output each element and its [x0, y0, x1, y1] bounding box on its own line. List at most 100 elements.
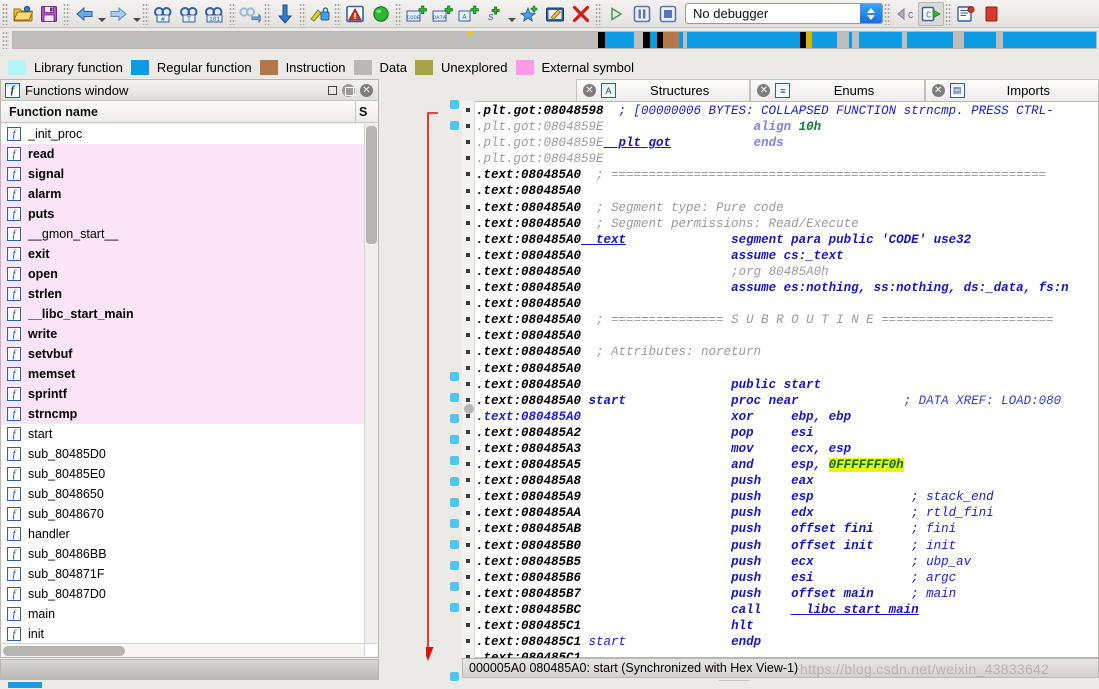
navigator-drag-grip[interactable]: [2, 31, 9, 49]
functions-list-row[interactable]: f sprintf: [1, 384, 364, 404]
functions-list[interactable]: f _init_proc f read f signal f alarm f puts f __gmo…: [1, 124, 364, 643]
functions-list-row[interactable]: f setvbuf: [1, 344, 364, 364]
back-arrow-icon[interactable]: [71, 2, 97, 26]
jump-down-icon[interactable]: [272, 2, 298, 26]
tab-close-icon[interactable]: ✕: [757, 84, 771, 97]
warnings-icon[interactable]: [342, 2, 368, 26]
functions-list-row[interactable]: f memset: [1, 364, 364, 384]
functions-list-row[interactable]: f open: [1, 264, 364, 284]
disassembly-line[interactable]: .text:080485A0 ; Segment permissions: Re…: [476, 216, 1099, 232]
column-divider[interactable]: [355, 101, 356, 122]
functions-list-row[interactable]: f sub_8048670: [1, 504, 364, 524]
forward-dropdown-icon[interactable]: [132, 2, 141, 26]
functions-list-row[interactable]: f init: [1, 624, 364, 643]
functions-list-row[interactable]: f sub_80486BB: [1, 544, 364, 564]
disassembly-line[interactable]: .text:080485A3 mov ecx, esp: [476, 441, 1099, 457]
edit-function-icon[interactable]: [542, 2, 568, 26]
open-file-icon[interactable]: [10, 2, 36, 26]
functions-list-row[interactable]: f sub_8048650: [1, 484, 364, 504]
make-array-icon[interactable]: [516, 2, 542, 26]
functions-list-row[interactable]: f alarm: [1, 184, 364, 204]
search-text-icon[interactable]: T: [176, 2, 202, 26]
disassembly-line[interactable]: .text:080485A0: [476, 183, 1099, 199]
functions-list-row[interactable]: f handler: [1, 524, 364, 544]
make-data-icon[interactable]: DATA: [429, 2, 455, 26]
functions-horizontal-scroll-thumb[interactable]: [3, 646, 125, 656]
forward-arrow-icon[interactable]: [106, 2, 132, 26]
patch-program-icon[interactable]: [307, 2, 333, 26]
save-icon[interactable]: [36, 2, 62, 26]
search-next-icon[interactable]: [237, 2, 263, 26]
line-marker-dot[interactable]: [450, 456, 459, 465]
line-marker-dot[interactable]: [450, 121, 459, 130]
line-marker-dot[interactable]: [450, 540, 459, 549]
bottom-panel-scrollbar[interactable]: [0, 659, 379, 680]
disassembly-line[interactable]: .plt.got:0804859E _plt_got ends: [476, 135, 1099, 151]
tab-close-icon[interactable]: ✕: [931, 84, 945, 97]
debugger-selector-stepper[interactable]: [860, 4, 882, 23]
disassembly-line[interactable]: .text:080485A0: [476, 361, 1099, 377]
functions-list-row[interactable]: f signal: [1, 164, 364, 184]
functions-list-row[interactable]: f puts: [1, 204, 364, 224]
disassembly-line[interactable]: .text:080485AB push offset fini ; fini: [476, 521, 1099, 537]
hexrays-icon[interactable]: [953, 2, 979, 26]
make-code-icon[interactable]: CODE: [403, 2, 429, 26]
disassembly-line[interactable]: .text:080485A5 and esp, 0FFFFFFF0h: [476, 457, 1099, 473]
debugger-pause-icon[interactable]: [629, 2, 655, 26]
disassembly-line[interactable]: .text:080485B5 push ecx ; ubp_av: [476, 554, 1099, 570]
disassembly-line[interactable]: .text:080485AA push edx ; rtld_fini: [476, 505, 1099, 521]
disassembly-line[interactable]: .text:080485A0 ; Segment type: Pure code: [476, 200, 1099, 216]
functions-list-row[interactable]: f write: [1, 324, 364, 344]
line-marker-dot[interactable]: [450, 582, 459, 591]
disassembly-line[interactable]: .text:080485BC call __libc_start_main: [476, 602, 1099, 618]
disassembly-line[interactable]: .text:080485C1 hlt: [476, 618, 1099, 634]
run-green-icon[interactable]: [368, 2, 394, 26]
undock-icon[interactable]: [342, 83, 355, 97]
line-marker-dot[interactable]: [450, 100, 459, 109]
make-struct-dropdown-icon[interactable]: [507, 2, 516, 26]
functions-list-row[interactable]: f strncmp: [1, 404, 364, 424]
disassembly-line[interactable]: .text:080485A8 push eax: [476, 473, 1099, 489]
decompile-disabled-icon[interactable]: C: [892, 2, 918, 26]
debugger-stop-icon[interactable]: [655, 2, 681, 26]
functions-list-row[interactable]: f __gmon_start__: [1, 224, 364, 244]
disassembly-line[interactable]: .plt.got:0804859E align 10h: [476, 119, 1099, 135]
line-marker-dot[interactable]: [450, 672, 459, 681]
disassembly-line[interactable]: .text:080485A0 xor ebp, ebp: [476, 409, 1099, 425]
functions-list-row[interactable]: f start: [1, 424, 364, 444]
disassembly-line[interactable]: .text:080485A2 pop esi: [476, 425, 1099, 441]
functions-list-row[interactable]: f sub_80485D0: [1, 444, 364, 464]
tab-enums[interactable]: ✕ ≡ Enums: [750, 79, 925, 101]
hexrays-overflow-icon[interactable]: [979, 2, 1005, 26]
functions-window-titlebar[interactable]: f Functions window: [1, 80, 378, 101]
functions-list-row[interactable]: f read: [1, 144, 364, 164]
make-struct-icon[interactable]: S: [481, 2, 507, 26]
functions-list-row[interactable]: f strlen: [1, 284, 364, 304]
functions-list-row[interactable]: f sub_804871F: [1, 564, 364, 584]
disassembly-line[interactable]: .text:080485A0 ;org 80485A0h: [476, 264, 1099, 280]
line-marker-dot[interactable]: [450, 519, 459, 528]
disassembly-line[interactable]: .text:080485B6 push esi ; argc: [476, 570, 1099, 586]
disassembly-line[interactable]: .text:080485C1 start endp: [476, 634, 1099, 650]
tab-imports[interactable]: ✕ ▤ Imports: [924, 79, 1099, 101]
line-marker-dot[interactable]: [450, 603, 459, 612]
tab-structures[interactable]: ✕ A Structures: [576, 79, 751, 101]
functions-list-row[interactable]: f main: [1, 604, 364, 624]
disassembly-line[interactable]: .text:080485A0 ; =============== S U B R…: [476, 312, 1099, 328]
disassembly-line[interactable]: .plt.got:08048598 ; [00000006 BYTES: COL…: [476, 103, 1099, 119]
functions-vertical-scrollbar[interactable]: [364, 124, 377, 643]
tab-close-icon[interactable]: ✕: [583, 84, 596, 97]
functions-list-row[interactable]: f sub_80485E0: [1, 464, 364, 484]
functions-list-row[interactable]: f sub_80487D0: [1, 584, 364, 604]
make-ascii-icon[interactable]: A: [455, 2, 481, 26]
disassembly-line[interactable]: .text:080485B7 push offset main ; main: [476, 586, 1099, 602]
disassembly-line[interactable]: .text:080485A0 assume cs:_text: [476, 248, 1099, 264]
close-icon[interactable]: [360, 83, 373, 97]
functions-column-header[interactable]: Function name S: [1, 101, 378, 123]
disassembly-line[interactable]: .text:080485A0: [476, 296, 1099, 312]
debugger-run-icon[interactable]: [603, 2, 629, 26]
functions-list-row[interactable]: f _init_proc: [1, 124, 364, 144]
line-marker-dot[interactable]: [450, 561, 459, 570]
disassembly-line[interactable]: .plt.got:0804859E: [476, 151, 1099, 167]
disassembly-line[interactable]: .text:080485A9 push esp ; stack_end: [476, 489, 1099, 505]
